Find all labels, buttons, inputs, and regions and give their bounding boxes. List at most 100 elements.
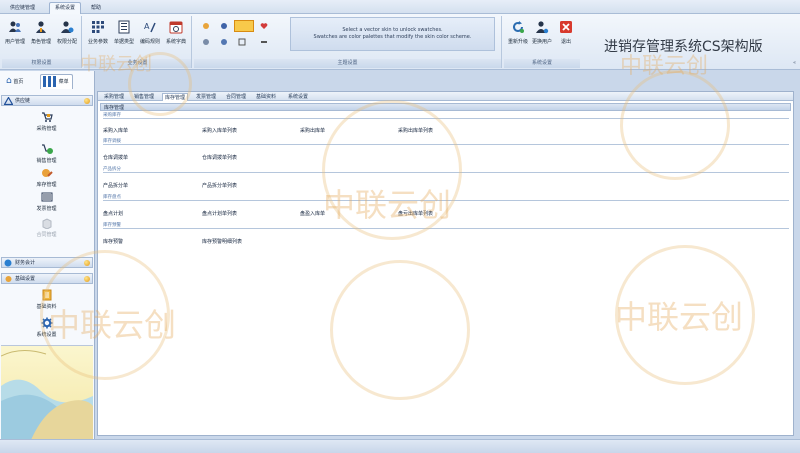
nav-tab-menu-label: 菜单 (58, 79, 69, 85)
user-management-button[interactable]: 用户管理 (5, 18, 25, 56)
panel-title: 库存管理 (100, 103, 791, 111)
contract-icon (42, 218, 51, 229)
link-loss-outbound-list[interactable]: 盘亏出库单列表 (398, 210, 433, 217)
link-transfer[interactable]: 仓库调拨单 (103, 154, 128, 161)
reupgrade-button[interactable]: 重新升级 (508, 18, 528, 56)
role-management-button[interactable]: 角色管理 (31, 18, 51, 56)
link-purchase-inbound-list[interactable]: 采购入库单列表 (202, 127, 237, 134)
switch-user-icon (536, 21, 549, 34)
nav-item-label: 合同管理 (36, 232, 57, 238)
nav-header-base-settings[interactable]: 基础设置 (1, 273, 93, 284)
switch-user-button[interactable]: 更换用户 (532, 18, 552, 56)
nav-item-contract[interactable]: 合同管理 (0, 217, 93, 238)
svg-text:A: A (144, 22, 150, 31)
link-purchase-inbound[interactable]: 采购入库单 (103, 127, 128, 134)
link-stock-alert-detail[interactable]: 库存预警明细列表 (202, 238, 242, 245)
nav-item-sales[interactable]: 销售管理 (0, 143, 93, 164)
users-icon (9, 21, 21, 32)
menu-tab-supply-chain[interactable]: 供应链管理 (4, 2, 41, 14)
module-tabs: 采购管理 销售管理 库存管理 发票管理 合同管理 基础资料 系统设置 (98, 92, 793, 101)
nav-tab-menu[interactable]: 菜单 (40, 74, 73, 89)
link-surplus-inbound[interactable]: 盘盈入库单 (300, 210, 325, 217)
nav-tab-home-label: 首页 (13, 79, 24, 85)
base-data-icon (42, 289, 51, 301)
finance-icon (4, 259, 12, 267)
ribbon-group-title: 系统设置 (504, 59, 580, 68)
ribbon-group-system: 重新升级 更换用户 退出 系统设置 (504, 16, 580, 68)
nav-header-label: 基础设置 (15, 276, 36, 282)
collapse-icon[interactable] (84, 276, 90, 282)
ribbon-group-business: 业务参数 单据类型 A 编码规则 系统字典 业务设置 (84, 16, 192, 68)
tab-base-data[interactable]: 基础资料 (254, 93, 278, 101)
link-transfer-list[interactable]: 仓库调拨单列表 (202, 154, 237, 161)
link-count-plan-list[interactable]: 盘点计划单列表 (202, 210, 237, 217)
tab-inventory[interactable]: 库存管理 (162, 93, 189, 101)
ribbon-group-title: 业务设置 (84, 59, 191, 68)
tab-contract[interactable]: 合同管理 (224, 93, 248, 101)
landscape-illustration (1, 350, 93, 439)
inventory-icon (41, 169, 53, 177)
section-header: 库存预警 (103, 222, 789, 229)
ribbon-group-permissions: 用户管理 角色管理 权限分配 权限设置 (2, 16, 82, 68)
nav-header-label: 供应链 (15, 98, 31, 104)
code-rule-icon: A (144, 22, 156, 33)
ribbon: 用户管理 角色管理 权限分配 权限设置 业务参数 单据类型 A 编码规则 系统字… (0, 14, 800, 70)
skin-hint-line2: Swatches are color palettes that modify … (313, 34, 472, 40)
nav-item-invoice[interactable]: 发票管理 (0, 191, 93, 212)
nav-item-base-data[interactable]: 基础资料 (0, 289, 93, 310)
calendar-icon (169, 21, 183, 34)
business-params-button[interactable]: 业务参数 (88, 18, 108, 56)
home-icon: ⌂ (6, 76, 12, 86)
skin-gallery[interactable]: Select a vector skin to unlock swatches.… (290, 17, 495, 51)
left-navigation: ⌂ 首页 菜单 供应链 采购管理 销售管理 库存管理 发票管理 合同管理 财务会… (0, 71, 95, 439)
status-bar (0, 439, 800, 453)
link-purchase-outbound[interactable]: 采购出库单 (300, 127, 325, 134)
nav-header-finance[interactable]: 财务会计 (1, 257, 93, 268)
heart-icon[interactable] (260, 22, 268, 30)
expand-icon[interactable] (84, 260, 90, 266)
theme-swatch-icon[interactable] (220, 22, 228, 30)
tab-sales[interactable]: 销售管理 (132, 93, 156, 101)
link-purchase-outbound-list[interactable]: 采购出库单列表 (398, 127, 433, 134)
document-type-button[interactable]: 单据类型 (114, 18, 134, 56)
link-stock-alert[interactable]: 库存预警 (103, 238, 123, 245)
decorative-landscape (1, 345, 93, 439)
section-header: 产品拆分 (103, 166, 789, 173)
theme-window-icon[interactable] (238, 38, 246, 46)
collapse-icon[interactable] (84, 98, 90, 104)
refresh-icon (513, 21, 524, 33)
link-split-list[interactable]: 产品拆分单列表 (202, 182, 237, 189)
invoice-icon (41, 192, 52, 202)
menu-bar: 供应链管理 系统设置 帮助 (0, 0, 800, 14)
theme-swatch-icon[interactable] (220, 38, 228, 46)
nav-tab-home[interactable]: ⌂ 首页 (4, 74, 26, 89)
nav-item-label: 销售管理 (36, 158, 57, 164)
theme-swatch-icon[interactable] (202, 22, 210, 30)
link-count-plan[interactable]: 盘点计划 (103, 210, 123, 217)
exit-icon (560, 21, 572, 33)
system-dictionary-button[interactable]: 系统字典 (166, 18, 186, 56)
tab-system-settings[interactable]: 系统设置 (286, 93, 310, 101)
role-icon (36, 21, 46, 33)
gear-icon (41, 317, 52, 329)
nav-header-supply-chain[interactable]: 供应链 (1, 95, 93, 106)
exit-button[interactable]: 退出 (556, 18, 576, 56)
nav-item-label: 系统设置 (36, 332, 57, 338)
theme-swatch-icon[interactable] (202, 38, 210, 46)
nav-header-label: 财务会计 (15, 260, 36, 266)
nav-item-inventory[interactable]: 库存管理 (0, 167, 93, 188)
menu-tab-system-settings[interactable]: 系统设置 (49, 2, 82, 14)
tab-invoice[interactable]: 发票管理 (194, 93, 218, 101)
link-split[interactable]: 产品拆分单 (103, 182, 128, 189)
tab-purchase[interactable]: 采购管理 (102, 93, 126, 101)
nav-item-system-settings[interactable]: 系统设置 (0, 317, 93, 338)
nav-item-purchase[interactable]: 采购管理 (0, 111, 93, 132)
permission-assign-button[interactable]: 权限分配 (57, 18, 77, 56)
code-rule-button[interactable]: A 编码规则 (140, 18, 160, 56)
theme-gallery-icon[interactable] (234, 20, 254, 32)
collapse-ribbon-icon[interactable]: « (793, 60, 796, 66)
section-header: 库存盘点 (103, 194, 789, 201)
theme-menu-icon[interactable] (260, 38, 268, 46)
grid-icon (92, 21, 104, 33)
menu-tab-help[interactable]: 帮助 (85, 2, 107, 14)
